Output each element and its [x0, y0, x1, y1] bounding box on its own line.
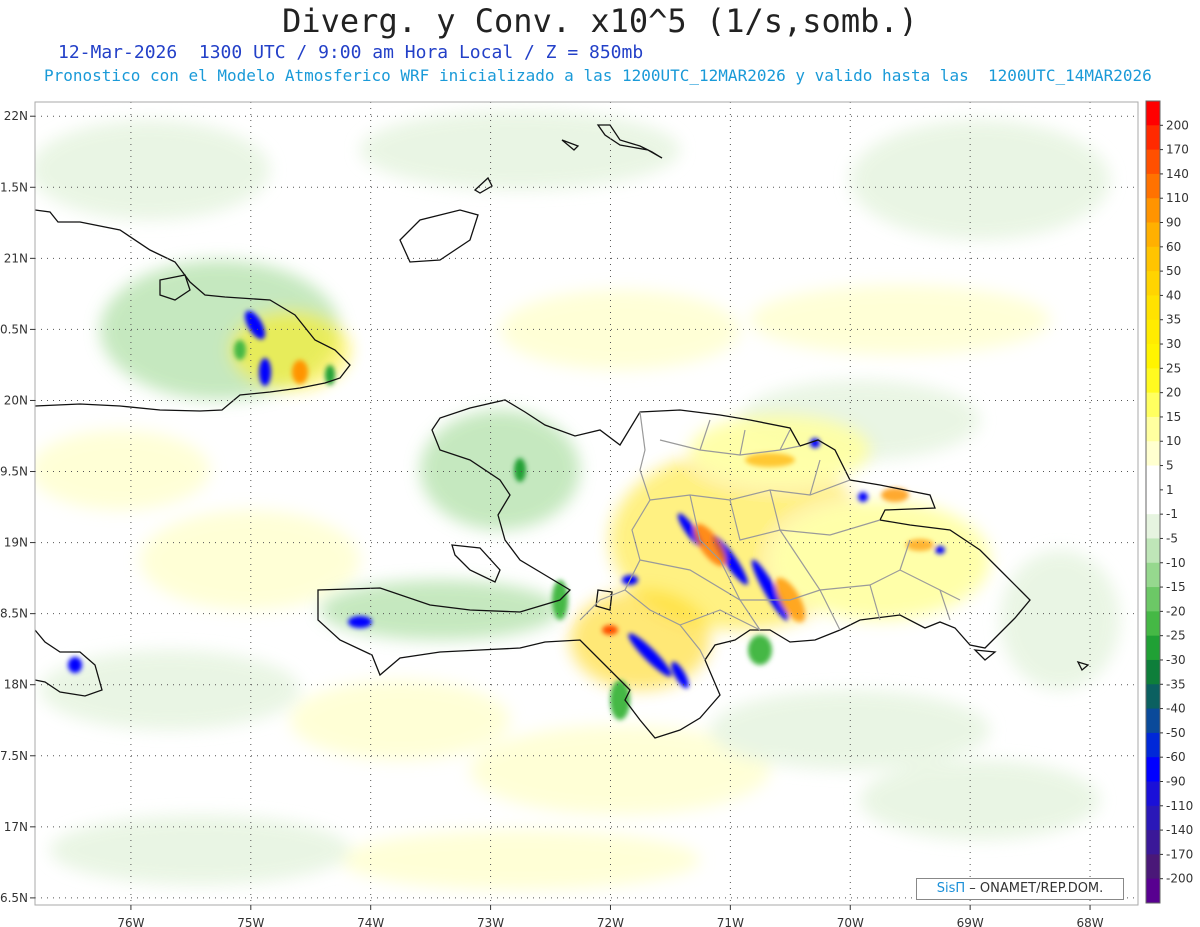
colorbar-label: -30	[1166, 653, 1186, 667]
colorbar-label: -1	[1166, 507, 1178, 521]
tick-label-lon: 68W	[1076, 916, 1103, 927]
credit-box: SisΠ – ONAMET/REP.DOM.	[916, 878, 1124, 900]
tick-label-lat: 17N	[4, 820, 28, 834]
colorbar-swatch	[1146, 149, 1160, 175]
tick-label-lat: 6.5N	[0, 891, 28, 905]
colorbar-label: 50	[1166, 264, 1181, 278]
colorbar-swatch	[1146, 101, 1160, 126]
colorbar-label: 5	[1166, 459, 1174, 473]
tick-label-lon: 73W	[477, 916, 504, 927]
colorbar-swatch	[1146, 611, 1160, 637]
colorbar-swatch	[1146, 125, 1160, 151]
tick-label-lat: 20N	[4, 393, 28, 407]
colorbar-swatch	[1146, 441, 1160, 467]
colorbar-swatch	[1146, 781, 1160, 807]
colorbar-swatch	[1146, 489, 1160, 515]
colorbar-swatch	[1146, 684, 1160, 710]
colorbar-label: -50	[1166, 726, 1186, 740]
colorbar-swatch	[1146, 392, 1160, 418]
colorbar-label: 60	[1166, 240, 1181, 254]
colorbar-label: -110	[1166, 799, 1193, 813]
tick-label-lon: 74W	[357, 916, 384, 927]
tick-label-lon: 76W	[117, 916, 144, 927]
colorbar-label: 1	[1166, 483, 1174, 497]
colorbar-swatch	[1146, 198, 1160, 224]
colorbar-swatch	[1146, 514, 1160, 539]
colorbar-label: -200	[1166, 872, 1193, 886]
colorbar-label: -170	[1166, 847, 1193, 861]
tick-label-lat: 18N	[4, 678, 28, 692]
colorbar-swatch	[1146, 757, 1160, 782]
divergence-map: 76W 75W 74W 73W 72W 71W 70W 69W 68W 22N 1.5N 21N 0.5…	[0, 100, 1193, 927]
colorbar-label: 35	[1166, 313, 1181, 327]
colorbar-label: 30	[1166, 337, 1181, 351]
colorbar-label: -15	[1166, 580, 1186, 594]
colorbar-swatch	[1146, 416, 1160, 442]
tick-label-lon: 72W	[597, 916, 624, 927]
tick-label-lat: 22N	[4, 109, 28, 123]
colorbar-label: 15	[1166, 410, 1181, 424]
tick-label-lon: 69W	[957, 916, 984, 927]
colorbar-swatch	[1146, 368, 1160, 394]
colorbar-swatch	[1146, 732, 1160, 758]
colorbar-swatch	[1146, 659, 1160, 685]
colorbar-swatch	[1146, 319, 1160, 345]
colorbar-label: 170	[1166, 143, 1189, 157]
colorbar-label: -40	[1166, 702, 1186, 716]
colorbar-label: -10	[1166, 556, 1186, 570]
colorbar-label: 110	[1166, 191, 1189, 205]
tick-label-lat: 8.5N	[0, 607, 28, 621]
tick-label-lon: 71W	[717, 916, 744, 927]
colorbar-label: -60	[1166, 750, 1186, 764]
colorbar-swatch	[1146, 465, 1160, 491]
colorbar-label: -20	[1166, 604, 1186, 618]
colorbar-swatch	[1146, 805, 1160, 831]
tick-label-lat: 0.5N	[0, 322, 28, 336]
credit-brand: SisΠ	[936, 881, 966, 896]
tick-label-lat: 1.5N	[0, 180, 28, 194]
tick-label-lat: 19N	[4, 536, 28, 550]
colorbar-label: 90	[1166, 216, 1181, 230]
colorbar-label: 200	[1166, 118, 1189, 132]
colorbar-swatch	[1146, 344, 1160, 369]
colorbar-label: -140	[1166, 823, 1193, 837]
colorbar-swatch	[1146, 271, 1160, 296]
colorbar-label: 40	[1166, 288, 1181, 302]
colorbar-label: 20	[1166, 386, 1181, 400]
colorbar-swatch	[1146, 830, 1160, 855]
colorbar-label: -90	[1166, 774, 1186, 788]
colorbar-swatch	[1146, 854, 1160, 880]
colorbar-swatch	[1146, 635, 1160, 661]
colorbar-swatch	[1146, 708, 1160, 734]
credit-text: – ONAMET/REP.DOM.	[969, 881, 1104, 896]
colorbar-swatch	[1146, 538, 1160, 564]
colorbar: 200 170 140 110 90 60 50 40 35 30 25 20 15 10 5 1 -1 -5 -1…	[1145, 100, 1193, 904]
colorbar-label: -25	[1166, 629, 1186, 643]
colorbar-label: 140	[1166, 167, 1189, 181]
colorbar-label: -5	[1166, 531, 1178, 545]
colorbar-swatch	[1146, 562, 1160, 588]
colorbar-swatch	[1146, 246, 1160, 272]
colorbar-label: 10	[1166, 434, 1181, 448]
tick-label-lat: 7.5N	[0, 749, 28, 763]
colorbar-swatch	[1146, 878, 1160, 904]
colorbar-label: 25	[1166, 361, 1181, 375]
colorbar-swatch	[1146, 295, 1160, 321]
tick-label-lon: 70W	[837, 916, 864, 927]
colorbar-swatch	[1146, 587, 1160, 612]
tick-label-lat: 21N	[4, 251, 28, 265]
colorbar-swatch	[1146, 222, 1160, 248]
colorbar-label: -35	[1166, 677, 1186, 691]
tick-label-lon: 75W	[237, 916, 264, 927]
tick-label-lat: 9.5N	[0, 465, 28, 479]
colorbar-swatch	[1146, 173, 1160, 199]
